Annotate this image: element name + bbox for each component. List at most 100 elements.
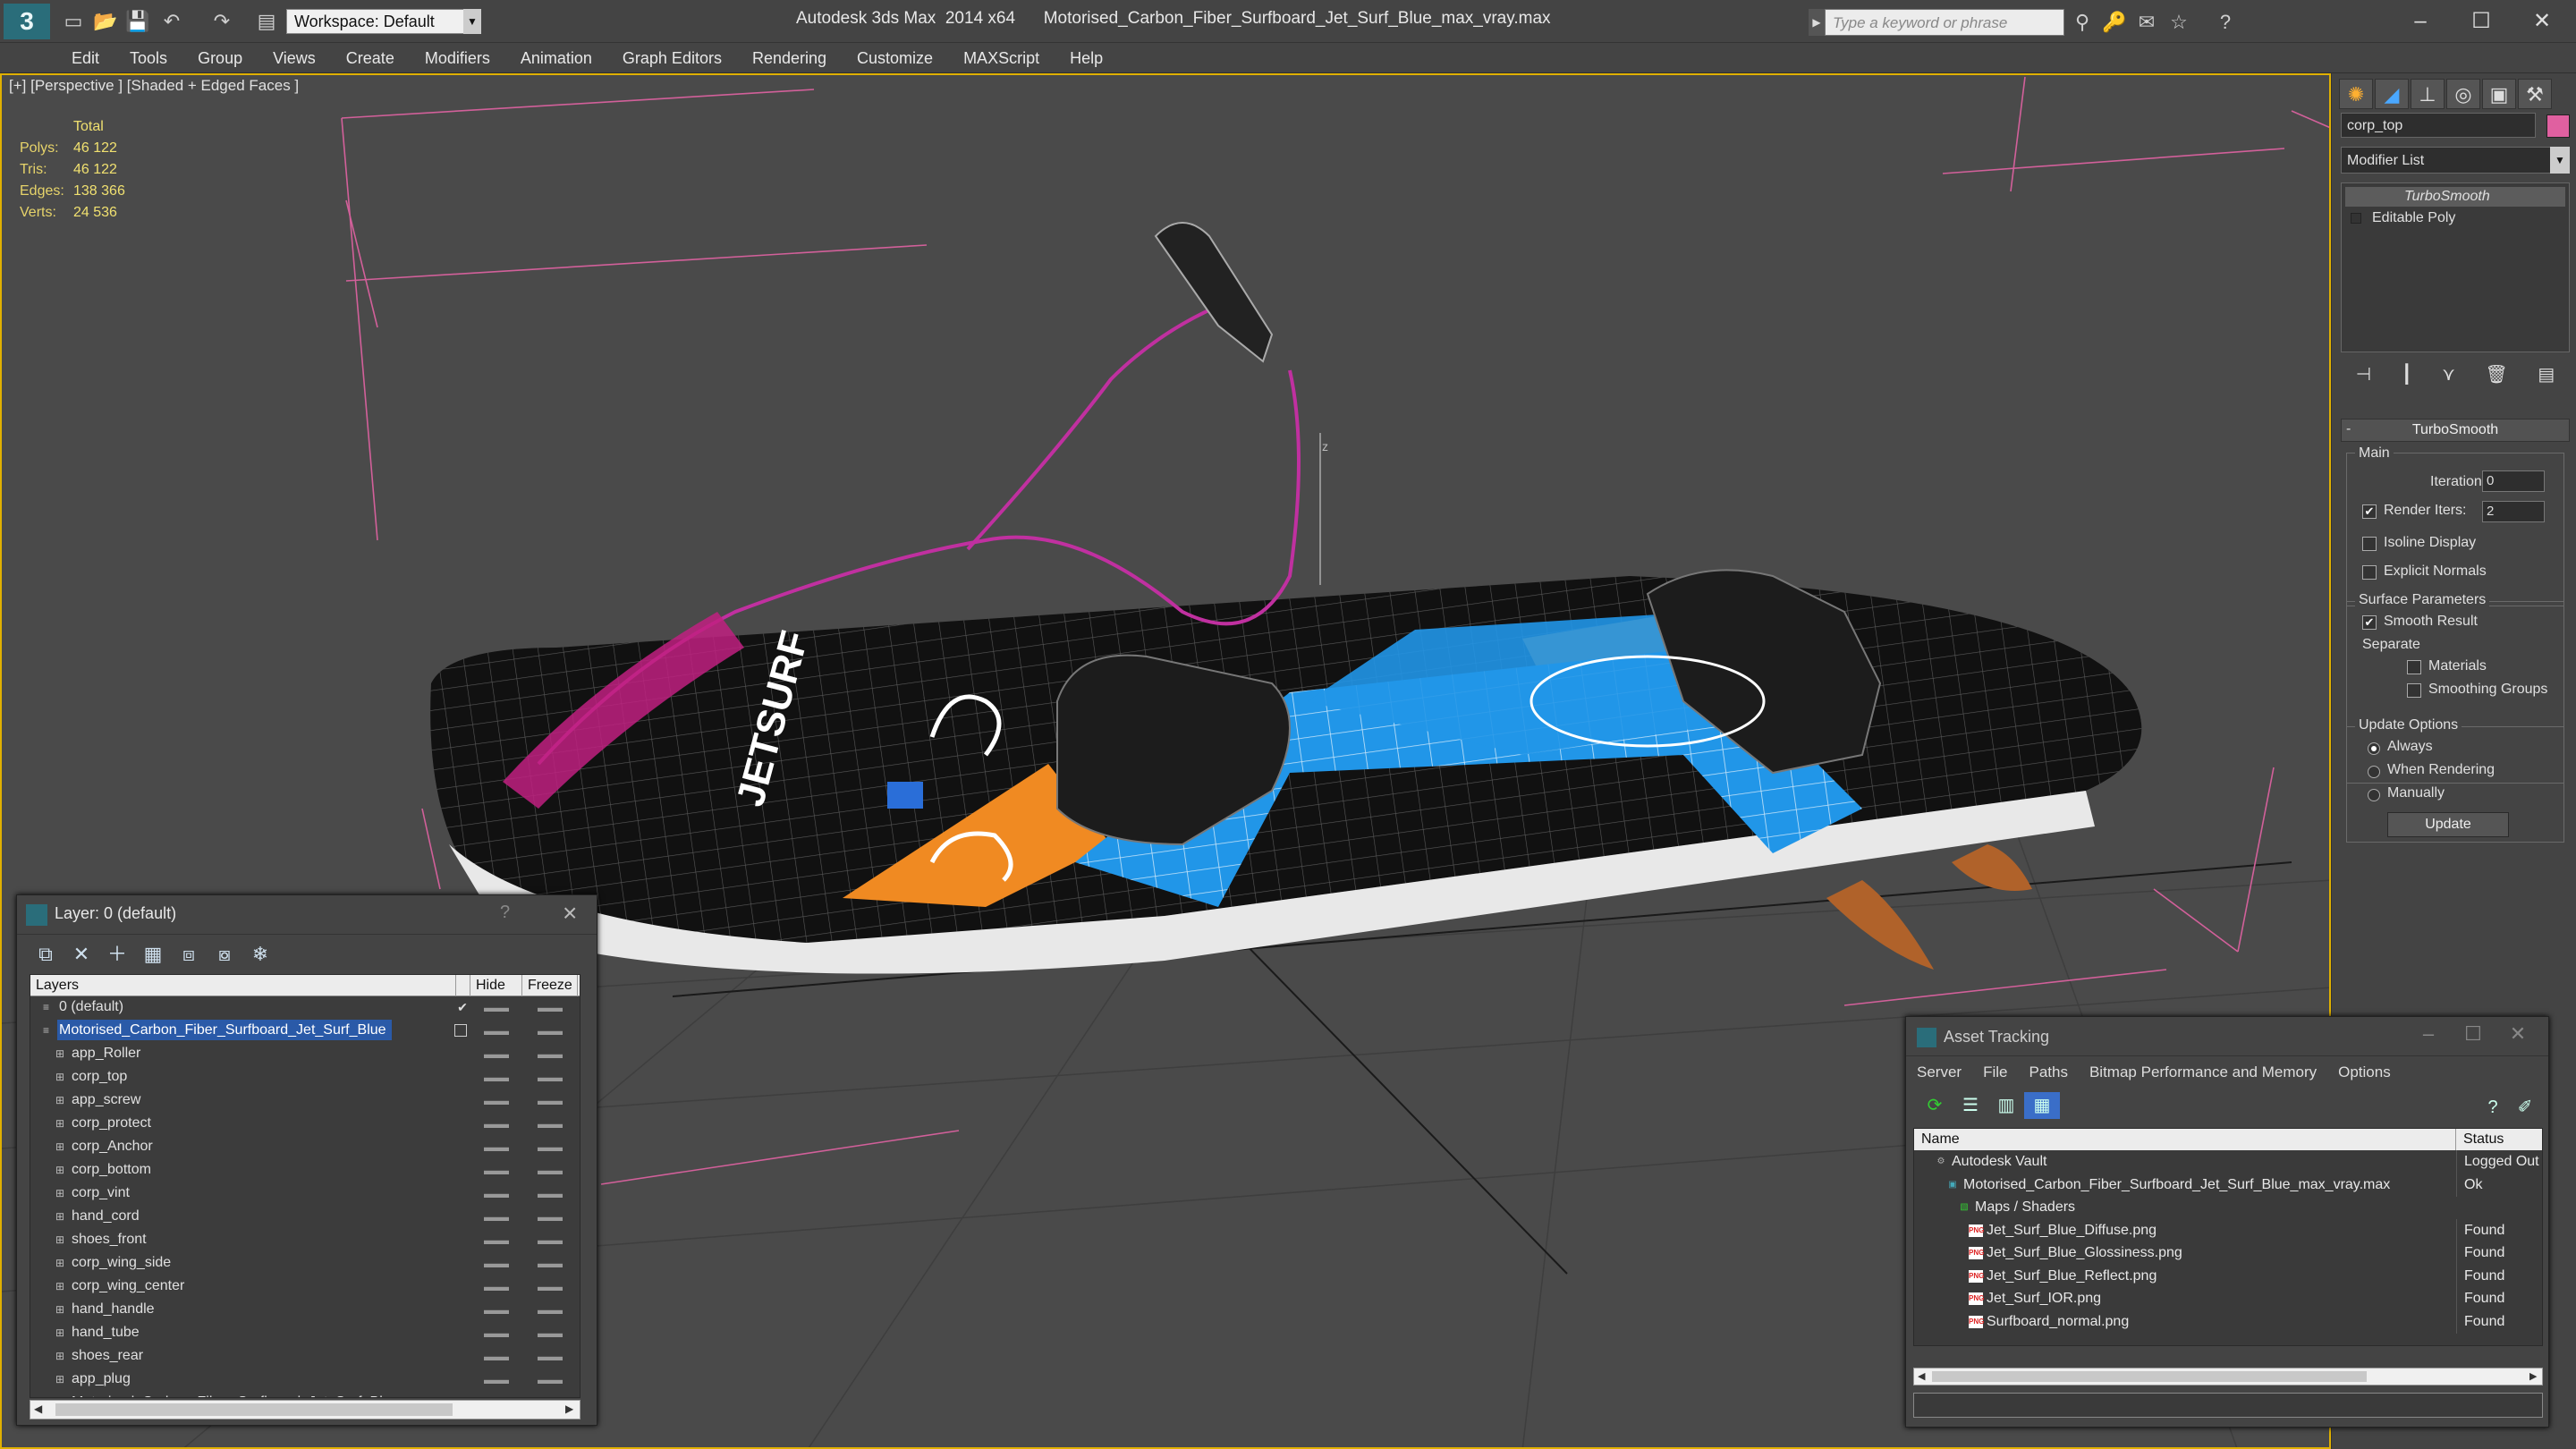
- chevron-down-icon[interactable]: ▼: [463, 9, 481, 34]
- layer-name[interactable]: corp_bottom: [70, 1159, 157, 1180]
- freeze-toggle[interactable]: ▬▬: [537, 1066, 564, 1088]
- menu-maxscript[interactable]: MAXScript: [963, 43, 1039, 72]
- help-icon[interactable]: ?: [2213, 11, 2238, 34]
- asset-name[interactable]: Jet_Surf_IOR.png: [1987, 1287, 2101, 1310]
- table-view-icon[interactable]: ▦: [2024, 1092, 2060, 1119]
- asset-row[interactable]: PNG Surfboard_normal.png Found: [1914, 1309, 2542, 1334]
- menu-group[interactable]: Group: [198, 43, 242, 72]
- minimize-button[interactable]: –: [2390, 4, 2451, 39]
- freeze-toggle[interactable]: ▬▬: [537, 1043, 564, 1064]
- pin-icon[interactable]: ✐: [2507, 1094, 2543, 1121]
- menu-animation[interactable]: Animation: [521, 43, 592, 72]
- layer-name[interactable]: corp_top: [70, 1066, 132, 1087]
- asset-row[interactable]: PNG Jet_Surf_Blue_Reflect.png Found: [1914, 1264, 2542, 1288]
- add-to-layer-icon[interactable]: ＋: [99, 940, 135, 969]
- hide-toggle[interactable]: ▬▬: [483, 1043, 510, 1064]
- subscription-icon[interactable]: 🔑: [2102, 11, 2127, 34]
- freeze-toggle[interactable]: ▬▬: [537, 1299, 564, 1320]
- thumbnail-view-icon[interactable]: ▥: [1988, 1092, 2024, 1119]
- binoculars-icon[interactable]: ⚲: [2070, 11, 2095, 34]
- display-tab-icon[interactable]: ▣: [2482, 79, 2516, 109]
- asset-name[interactable]: Jet_Surf_Blue_Reflect.png: [1987, 1265, 2157, 1288]
- menu-file[interactable]: File: [1983, 1060, 2007, 1085]
- maximize-button[interactable]: ☐: [2451, 4, 2512, 39]
- hide-toggle[interactable]: ▬▬: [483, 1252, 510, 1274]
- manually-radio[interactable]: [2368, 789, 2380, 801]
- layers-column-header[interactable]: Layers: [30, 975, 456, 996]
- layer-name[interactable]: corp_wing_center: [70, 1275, 190, 1296]
- hide-toggle[interactable]: ▬▬: [483, 1089, 510, 1111]
- help-icon[interactable]: ?: [2475, 1094, 2511, 1121]
- layer-row[interactable]: ⊞ app_Roller ▬▬ ▬▬: [30, 1043, 580, 1064]
- maximize-icon[interactable]: ☐: [2455, 1022, 2491, 1046]
- menu-paths[interactable]: Paths: [2029, 1060, 2067, 1085]
- layer-row[interactable]: ⊞ hand_tube ▬▬ ▬▬: [30, 1322, 580, 1343]
- scroll-left-icon[interactable]: ◀: [1918, 1370, 1925, 1382]
- freeze-toggle[interactable]: ▬▬: [537, 1182, 564, 1204]
- hide-toggle[interactable]: ▬▬: [483, 1206, 510, 1227]
- layer-row[interactable]: ⊞ app_plug ▬▬ ▬▬: [30, 1368, 580, 1390]
- redo-icon[interactable]: ↷: [211, 11, 233, 32]
- menu-edit[interactable]: Edit: [72, 43, 99, 72]
- layer-row[interactable]: ⊞ shoes_front ▬▬ ▬▬: [30, 1229, 580, 1250]
- object-color-swatch[interactable]: [2546, 114, 2570, 138]
- asset-row[interactable]: PNG Jet_Surf_Blue_Diffuse.png Found: [1914, 1218, 2542, 1242]
- freeze-column-header[interactable]: Freeze: [522, 975, 578, 996]
- menu-server[interactable]: Server: [1917, 1060, 1962, 1085]
- always-radio[interactable]: [2368, 742, 2380, 755]
- scroll-right-icon[interactable]: ▶: [565, 1402, 573, 1415]
- create-tab-icon[interactable]: ✺: [2339, 79, 2373, 109]
- hide-toggle[interactable]: ▬▬: [483, 1229, 510, 1250]
- open-file-icon[interactable]: 📂: [93, 11, 117, 32]
- object-name-field[interactable]: corp_top: [2341, 113, 2536, 138]
- menu-options[interactable]: Options: [2338, 1060, 2391, 1085]
- stack-item-turbosmooth[interactable]: TurboSmooth: [2345, 187, 2565, 207]
- motion-tab-icon[interactable]: ◎: [2446, 79, 2480, 109]
- layer-row[interactable]: ⊞ hand_cord ▬▬ ▬▬: [30, 1206, 580, 1227]
- layer-row[interactable]: ≡ 0 (default) ✔ ▬▬ ▬▬: [30, 996, 580, 1018]
- new-file-icon[interactable]: ▭: [63, 11, 84, 32]
- layer-name[interactable]: corp_protect: [70, 1113, 157, 1133]
- freeze-toggle[interactable]: ▬▬: [537, 1368, 564, 1390]
- chevron-down-icon[interactable]: ▼: [2550, 147, 2570, 174]
- explicit-normals-checkbox[interactable]: [2362, 565, 2377, 580]
- refresh-icon[interactable]: ⟳: [1917, 1092, 1953, 1119]
- freeze-toggle[interactable]: ▬▬: [537, 1229, 564, 1250]
- close-icon[interactable]: ✕: [2500, 1022, 2536, 1046]
- asset-row[interactable]: ⚙ Autodesk Vault Logged Out: [1914, 1150, 2542, 1174]
- freeze-toggle[interactable]: ▬▬: [537, 1275, 564, 1297]
- close-button[interactable]: ✕: [2512, 4, 2572, 39]
- smoothing-groups-checkbox[interactable]: [2407, 683, 2421, 698]
- asset-row[interactable]: PNG Jet_Surf_Blue_Glossiness.png Found: [1914, 1241, 2542, 1265]
- freeze-toggle[interactable]: ▬▬: [537, 1392, 564, 1397]
- layer-row[interactable]: ⊞ corp_top ▬▬ ▬▬: [30, 1066, 580, 1088]
- layer-name[interactable]: Motorised_Carbon_Fiber_Surfboard_Jet_Sur…: [70, 1392, 404, 1397]
- menu-modifiers[interactable]: Modifiers: [425, 43, 490, 72]
- modify-tab-icon[interactable]: ◢: [2375, 79, 2409, 109]
- isoline-display-checkbox[interactable]: [2362, 537, 2377, 551]
- layer-row[interactable]: ⊞ corp_bottom ▬▬ ▬▬: [30, 1159, 580, 1181]
- layer-horizontal-scrollbar[interactable]: ◀ ▶: [30, 1400, 580, 1419]
- collapse-icon[interactable]: -: [2346, 419, 2351, 440]
- freeze-toggle[interactable]: ▬▬: [537, 1020, 564, 1041]
- search-expand-icon[interactable]: ▶: [1809, 9, 1825, 36]
- menu-bitmap-performance[interactable]: Bitmap Performance and Memory: [2089, 1060, 2317, 1085]
- layer-name[interactable]: 0 (default): [57, 996, 129, 1017]
- scrollbar-thumb[interactable]: [1932, 1371, 2367, 1382]
- layer-name[interactable]: corp_vint: [70, 1182, 135, 1203]
- hide-toggle[interactable]: ▬▬: [483, 1182, 510, 1204]
- throttle-handle[interactable]: [1154, 222, 1274, 363]
- asset-window-titlebar[interactable]: Asset Tracking – ☐ ✕: [1906, 1017, 2548, 1056]
- hide-toggle[interactable]: ▬▬: [483, 1020, 510, 1041]
- layer-window-titlebar[interactable]: Layer: 0 (default) ? ×: [17, 895, 597, 935]
- freeze-all-icon[interactable]: ❄: [242, 940, 278, 969]
- layer-row[interactable]: ⊞ corp_wing_center ▬▬ ▬▬: [30, 1275, 580, 1297]
- utilities-tab-icon[interactable]: ⚒: [2518, 79, 2552, 109]
- project-folder-icon[interactable]: ▤: [256, 11, 277, 32]
- workspace-select[interactable]: Workspace: Default: [286, 9, 481, 34]
- asset-row[interactable]: ▧ Maps / Shaders: [1914, 1196, 2542, 1219]
- update-button[interactable]: Update: [2387, 812, 2509, 837]
- status-column-header[interactable]: Status: [2456, 1129, 2542, 1150]
- layer-name[interactable]: hand_tube: [70, 1322, 145, 1343]
- hide-toggle[interactable]: ▬▬: [483, 1322, 510, 1343]
